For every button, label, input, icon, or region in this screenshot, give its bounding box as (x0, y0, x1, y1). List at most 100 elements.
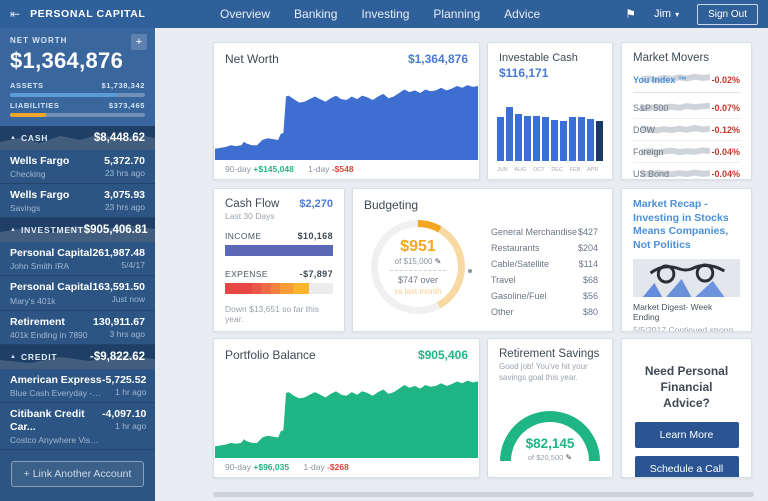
article-title[interactable]: Market Recap - Investing in Stocks Means… (622, 189, 751, 253)
link-another-account-button[interactable]: + Link Another Account (11, 461, 145, 487)
budgeting-card[interactable]: Budgeting $951 of $15,000 ✎ $747 over vs… (352, 188, 613, 332)
learn-more-button[interactable]: Learn More (635, 422, 739, 448)
expense-label: EXPENSE (225, 269, 268, 279)
mover-change: -0.12% (711, 125, 740, 135)
account-value: 163,591.50 (92, 281, 145, 293)
nav-overview[interactable]: Overview (220, 7, 270, 21)
article-source: Market Digest- Week Ending (622, 297, 751, 322)
account-detail: John Smith IRA (10, 261, 92, 271)
trend-footer: 90-day +$145,048 1-day -$548 (225, 164, 354, 174)
account-row[interactable]: Personal Capital Mary's 401k 163,591.50 … (0, 276, 155, 310)
add-account-button[interactable]: + (131, 34, 147, 50)
schedule-call-button[interactable]: Schedule a Call (635, 456, 739, 478)
bar-chart-tick-labels: JUNAUGOCTDECFEBAPR (497, 167, 603, 173)
one-day-change: -$548 (332, 164, 354, 174)
account-name: Personal Capital (10, 247, 92, 260)
market-movers-card[interactable]: Market Movers You Index ™ -0.02% S&P 500… (621, 42, 752, 180)
budget-category[interactable]: Other$80 (491, 304, 598, 320)
budget-category[interactable]: Gasoline/Fuel$56 (491, 288, 598, 304)
bar (542, 117, 549, 161)
section-header-credit[interactable]: ▲ CREDIT -$9,822.62 (0, 345, 155, 369)
brand: ⇤ PERSONAL CAPITAL (0, 7, 158, 21)
retirement-amount: $82,145 (500, 436, 600, 451)
gauge-today-marker (468, 269, 472, 273)
bar (506, 107, 513, 161)
horizontal-scrollbar[interactable] (213, 492, 754, 497)
account-row[interactable]: American Express Blue Cash Everyday - X1… (0, 369, 155, 403)
mover-name: You Index ™ (633, 75, 687, 85)
account-detail: 401k Ending in 7890 (10, 330, 88, 340)
budget-category[interactable]: General Merchandise$427 (491, 224, 598, 240)
mover-row-foreign[interactable]: Foreign -0.04% (633, 141, 740, 163)
income-value: $10,168 (298, 231, 333, 241)
bar (587, 119, 594, 161)
nav-investing[interactable]: Investing (361, 7, 409, 21)
investable-cash-card[interactable]: Investable Cash $116,171 JUNAUGOCTDECFEB… (487, 42, 613, 180)
cash-flow-card[interactable]: Cash Flow $2,270 Last 30 Days INCOME $10… (213, 188, 345, 332)
mover-row-us-bond[interactable]: US Bond -0.04% (633, 163, 740, 180)
collapse-caret-icon: ▲ (10, 135, 16, 141)
bar (560, 121, 567, 161)
brand-name: PERSONAL CAPITAL (30, 8, 145, 20)
expense-bar (225, 283, 333, 294)
bar (515, 114, 522, 161)
account-row[interactable]: Wells Fargo Savings 3,075.93 23 hrs ago (0, 184, 155, 218)
flag-icon[interactable]: ⚑ (625, 7, 636, 21)
account-row[interactable]: Personal Capital John Smith IRA 261,987.… (0, 242, 155, 276)
card-title: Budgeting (364, 198, 418, 212)
market-recap-card[interactable]: Market Recap - Investing in Stocks Means… (621, 188, 752, 332)
section-header-investment[interactable]: ▲ INVESTMENT $905,406.81 (0, 218, 155, 242)
account-row[interactable]: Citibank Credit Car... Costco Anywhere V… (0, 403, 155, 450)
account-value: -5,725.52 (102, 374, 146, 386)
section-header-cash[interactable]: ▲ CASH $8,448.62 (0, 126, 155, 150)
card-title: Cash Flow (225, 198, 279, 210)
mover-row-dow[interactable]: DOW -0.12% (633, 119, 740, 141)
user-menu[interactable]: Jim ▾ (654, 8, 679, 20)
retirement-goal: of $20,500 ✎ (500, 453, 600, 462)
liabilities-value: $373,465 (109, 101, 145, 110)
account-updated: Just now (92, 294, 145, 304)
net-worth-label: NET WORTH (10, 36, 145, 45)
nav-banking[interactable]: Banking (294, 7, 337, 21)
account-detail: Costco Anywhere Visa C... (10, 435, 102, 445)
account-row[interactable]: Wells Fargo Checking 5,372.70 23 hrs ago (0, 150, 155, 184)
account-name: American Express (10, 374, 102, 387)
cash-flow-period: Last 30 Days (214, 210, 344, 221)
portfolio-value: $905,406 (418, 348, 468, 362)
net-worth-card[interactable]: Net Worth $1,364,876 90-day +$145,048 1-… (213, 42, 480, 180)
account-value: 261,987.48 (92, 247, 145, 259)
chevron-down-icon: ▾ (675, 10, 679, 19)
account-row[interactable]: Retirement 401k Ending in 7890 130,911.6… (0, 311, 155, 345)
section-value: $8,448.62 (94, 132, 145, 144)
advice-title: Need Personal Financial Advice? (622, 339, 751, 412)
top-navbar: ⇤ PERSONAL CAPITAL Overview Banking Inve… (0, 0, 768, 28)
nav-advice[interactable]: Advice (504, 7, 540, 21)
mover-change: -0.04% (711, 147, 740, 157)
net-worth-panel: NET WORTH + $1,364,876 ASSETS $1,738,342… (0, 28, 155, 126)
edit-icon[interactable]: ✎ (435, 257, 442, 266)
account-value: 130,911.67 (93, 316, 145, 328)
budget-target: of $15,000 ✎ (395, 257, 442, 266)
investable-cash-bar-chart (497, 95, 603, 161)
mover-row-you-index[interactable]: You Index ™ -0.02% (633, 68, 740, 93)
account-value: -4,097.10 (102, 408, 146, 420)
bar (533, 116, 540, 161)
liabilities-label: LIABILITIES (10, 101, 60, 110)
sign-out-button[interactable]: Sign Out (697, 4, 758, 25)
account-updated: 23 hrs ago (104, 202, 145, 212)
edit-icon[interactable]: ✎ (565, 453, 572, 462)
budget-category[interactable]: Restaurants$204 (491, 240, 598, 256)
assets-progress (10, 93, 145, 97)
section-label: INVESTMENT (21, 225, 84, 235)
mover-row-sp500[interactable]: S&P 500 -0.07% (633, 97, 740, 119)
link-account-label: Link Another Account (33, 468, 132, 480)
budget-category[interactable]: Travel$68 (491, 272, 598, 288)
retirement-savings-card[interactable]: Retirement Savings Good job! You've hit … (487, 338, 613, 478)
cash-flow-footnote: Down $13,651 so far this year. (214, 294, 344, 324)
nav-planning[interactable]: Planning (433, 7, 480, 21)
budget-category[interactable]: Cable/Satellite$114 (491, 256, 598, 272)
card-title: Investable Cash (499, 52, 578, 64)
sidebar-collapse-icon[interactable]: ⇤ (10, 7, 20, 21)
portfolio-balance-card[interactable]: Portfolio Balance $905,406 90-day +$96,0… (213, 338, 480, 478)
cash-flow-net-value: $2,270 (299, 198, 333, 210)
